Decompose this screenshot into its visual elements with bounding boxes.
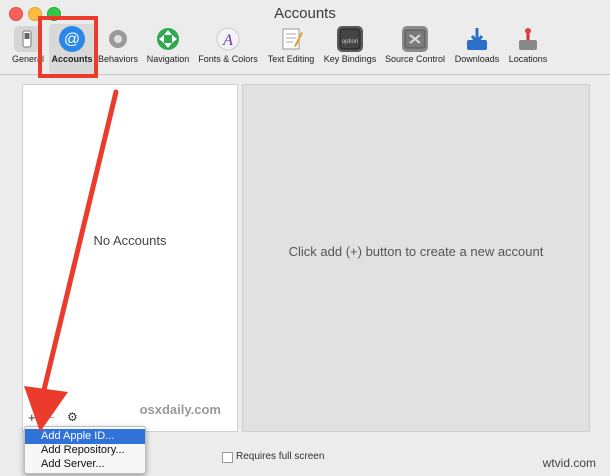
account-detail-panel: Click add (+) button to create a new acc… [242, 84, 590, 432]
svg-text:A: A [222, 32, 233, 49]
tab-text-editing[interactable]: Text Editing [264, 24, 318, 74]
accounts-list-panel[interactable]: No Accounts osxdaily.com [22, 84, 238, 432]
tab-navigation[interactable]: Navigation [144, 24, 192, 74]
add-account-button[interactable]: + [28, 410, 36, 425]
no-accounts-label: No Accounts [93, 233, 167, 248]
tab-behaviors-label: Behaviors [98, 54, 139, 64]
tab-locations[interactable]: Locations [506, 24, 550, 74]
menu-item-label: Add Apple ID... [41, 430, 115, 442]
menu-item-add-repository[interactable]: Add Repository... [25, 443, 145, 458]
account-actions-gear-icon[interactable]: ⚙ [67, 410, 78, 424]
fonts-colors-icon: A [215, 26, 241, 52]
requires-full-screen-label: Requires full screen [236, 451, 325, 462]
remove-account-button[interactable]: − [47, 410, 55, 425]
annotation-highlight-box [38, 16, 98, 78]
menu-item-add-apple-id[interactable]: Add Apple ID... [25, 429, 145, 444]
tab-key-bindings-label: Key Bindings [323, 54, 377, 64]
wtvid-watermark: wtvid.com [542, 456, 596, 470]
tab-key-bindings[interactable]: option Key Bindings [322, 24, 378, 74]
download-icon [464, 26, 490, 52]
gear-icon [105, 26, 131, 52]
tab-behaviors[interactable]: Behaviors [98, 24, 138, 74]
menu-item-label: Add Server... [41, 458, 105, 470]
text-edit-icon [278, 26, 304, 52]
preferences-window: Accounts General @ Accounts Behaviors Na… [0, 0, 610, 476]
switch-icon [14, 26, 40, 52]
locations-icon [515, 26, 541, 52]
tab-source-control[interactable]: Source Control [383, 24, 447, 74]
tab-downloads-label: Downloads [454, 54, 500, 64]
add-account-hint: Click add (+) button to create a new acc… [288, 244, 544, 259]
navigation-arrows-icon [155, 26, 181, 52]
source-control-icon [402, 26, 428, 52]
osxdaily-watermark: osxdaily.com [139, 402, 221, 417]
tab-navigation-label: Navigation [146, 54, 190, 64]
tab-downloads[interactable]: Downloads [451, 24, 503, 74]
menu-item-add-server[interactable]: Add Server... [25, 457, 145, 472]
requires-full-screen-checkbox[interactable] [222, 452, 233, 463]
tab-text-editing-label: Text Editing [267, 54, 315, 64]
tab-source-control-label: Source Control [384, 54, 446, 64]
tab-fonts-colors-label: Fonts & Colors [198, 54, 258, 64]
tab-fonts-colors[interactable]: A Fonts & Colors [196, 24, 260, 74]
menu-item-label: Add Repository... [41, 444, 125, 456]
svg-text:option: option [342, 39, 358, 45]
key-bindings-icon: option [337, 26, 363, 52]
add-account-menu: Add Apple ID... Add Repository... Add Se… [24, 426, 146, 474]
tab-locations-label: Locations [508, 54, 548, 64]
